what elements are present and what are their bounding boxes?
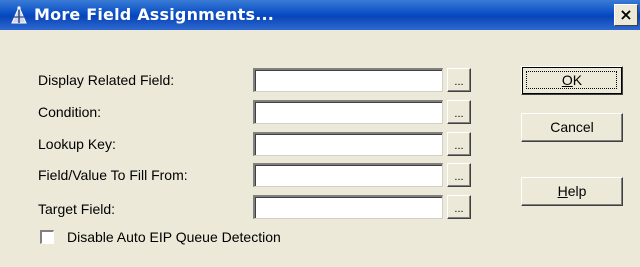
disable-auto-eip-checkbox[interactable]: [40, 230, 54, 244]
lookup-key-label: Lookup Key:: [38, 136, 116, 152]
help-button[interactable]: Help: [521, 177, 623, 206]
close-button[interactable]: ×: [614, 4, 638, 26]
condition-label: Condition:: [38, 104, 102, 120]
help-label-rest: elp: [567, 183, 587, 199]
display-related-field-label: Display Related Field:: [38, 72, 175, 88]
field-value-to-fill-from-input[interactable]: [253, 163, 443, 187]
lookup-key-input[interactable]: [253, 132, 443, 156]
ok-button[interactable]: OK: [521, 66, 623, 95]
condition-browse-button[interactable]: ...: [447, 100, 471, 124]
display-related-field-browse-button[interactable]: ...: [447, 68, 471, 92]
close-icon: ×: [619, 5, 633, 24]
display-related-field-input[interactable]: [253, 68, 443, 92]
window-title: More Field Assignments...: [34, 5, 275, 24]
dialog-window: More Field Assignments... × Display Rela…: [0, 0, 640, 267]
target-field-input[interactable]: [253, 195, 443, 219]
lookup-key-browse-button[interactable]: ...: [447, 132, 471, 156]
help-accelerator: H: [557, 183, 568, 199]
wizard-icon: [11, 5, 27, 24]
disable-auto-eip-label: Disable Auto EIP Queue Detection: [67, 229, 281, 245]
cancel-button[interactable]: Cancel: [521, 113, 623, 142]
condition-input[interactable]: [253, 100, 443, 124]
focus-rectangle: [526, 71, 617, 89]
field-value-to-fill-from-browse-button[interactable]: ...: [447, 163, 471, 187]
target-field-label: Target Field:: [38, 201, 116, 217]
target-field-browse-button[interactable]: ...: [447, 195, 471, 219]
title-bar[interactable]: More Field Assignments... ×: [0, 0, 640, 30]
field-value-to-fill-from-label: Field/Value To Fill From:: [38, 167, 188, 183]
